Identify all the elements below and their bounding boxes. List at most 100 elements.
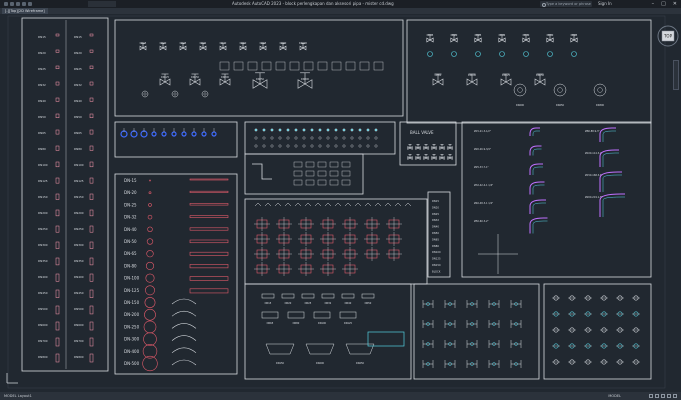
tee-symbol — [324, 202, 332, 207]
flanged-fitting — [422, 360, 434, 368]
viewcube[interactable]: TOP — [656, 24, 680, 48]
elbow-inner — [532, 202, 546, 214]
fitting-dot — [286, 128, 290, 132]
schedule-symbol-right — [89, 49, 94, 53]
flanged-fitting — [510, 300, 522, 308]
top-valve-label: DN32 — [200, 42, 207, 45]
flange-label: DN100 — [318, 322, 327, 325]
schedule-symbol-right — [89, 337, 94, 347]
fitting-dot — [262, 136, 266, 140]
flanged-fitting — [488, 320, 500, 328]
tee-symbol — [264, 202, 272, 207]
flanged-fitting — [488, 340, 500, 348]
save-icon[interactable] — [16, 2, 20, 6]
flanged-fitting — [422, 300, 434, 308]
close-icon[interactable]: ✕ — [673, 0, 677, 8]
top-valve-label: DN125 — [161, 76, 170, 79]
top-valve-label: DN100 — [299, 42, 308, 45]
minimize-icon[interactable]: – — [652, 0, 655, 8]
elbow-inner — [532, 220, 548, 234]
pipe-size-label: DN-20 — [124, 190, 137, 195]
ucs-icon — [6, 373, 18, 384]
fitting-dot — [262, 144, 266, 148]
pipe-bend — [171, 347, 197, 354]
flanged-fitting — [466, 360, 478, 368]
tee-symbol — [334, 202, 342, 207]
drawing-canvas[interactable]: DN15 DN15 DN20 DN20 DN25 DN25 DN32 DN32 DN40 DN40… — [0, 14, 681, 392]
pipe-run — [189, 203, 229, 206]
schedule-label-right: DN250 — [74, 227, 84, 231]
fitting-dot — [318, 136, 322, 140]
ortho-icon[interactable] — [661, 394, 665, 398]
sign-in-link[interactable]: Sign In — [598, 0, 612, 8]
fitting-dot — [310, 128, 314, 132]
flange-label: DN20 — [285, 302, 292, 305]
tee-symbol — [314, 202, 322, 207]
workspace-dropdown[interactable] — [88, 1, 116, 7]
schedule-label: DN15 — [38, 35, 46, 39]
quick-access-toolbar[interactable] — [4, 2, 32, 6]
blue-valve-symbol — [191, 131, 197, 137]
redo-icon[interactable] — [28, 2, 32, 6]
flange-label: DN125 — [344, 322, 353, 325]
navigation-bar[interactable] — [673, 60, 679, 90]
viewcube-label: TOP — [663, 34, 673, 39]
schedule-label: DN20 — [38, 51, 46, 55]
maximize-icon[interactable]: □ — [661, 0, 666, 8]
elbow-inner — [532, 184, 545, 195]
open-icon[interactable] — [10, 2, 14, 6]
handwheel-hub — [597, 87, 603, 93]
elbow-inner — [532, 148, 542, 156]
flange-label: DN40 — [345, 302, 352, 305]
flanged-fitting — [444, 300, 456, 308]
flanged-fitting — [422, 340, 434, 348]
schedule-label-right: DN32 — [74, 83, 82, 87]
fitting-dot — [350, 128, 354, 132]
polar-icon[interactable] — [667, 394, 671, 398]
fitting-dot — [310, 144, 314, 148]
schedule-symbol — [55, 241, 60, 249]
fitting-dot — [366, 144, 370, 148]
schedule-symbol — [55, 33, 60, 37]
fitting-dot — [342, 144, 346, 148]
search-input[interactable]: Type a keyword or phrase — [540, 1, 592, 7]
ball-valve-title: BALL VALVE — [410, 130, 434, 135]
fitting-dot — [270, 136, 274, 140]
handwheel-hub — [173, 92, 177, 96]
schedule-label-right: DN450 — [74, 291, 84, 295]
small-fitting — [341, 170, 351, 177]
fitting-dot — [358, 128, 362, 132]
flange-label: DN25 — [305, 302, 312, 305]
ball-valve-symbol — [407, 154, 413, 160]
schedule-symbol-right — [89, 273, 94, 282]
schedule-symbol — [55, 321, 60, 331]
schedule-symbol — [55, 177, 60, 184]
app-icon[interactable] — [4, 2, 8, 6]
fitting-dot — [270, 144, 274, 148]
snap-icon[interactable] — [655, 394, 659, 398]
gate-valve-body — [359, 61, 370, 71]
fitting-dot — [294, 136, 298, 140]
handwheel-hub — [203, 92, 207, 96]
fitting-dot — [294, 128, 298, 132]
valve-top-view — [475, 51, 481, 57]
pipe-section-circle — [143, 332, 157, 346]
top-valve-label: DN65 — [260, 42, 267, 45]
layout-tabs[interactable]: MODEL Layout1 — [4, 392, 32, 400]
handwheel-hub — [517, 87, 523, 93]
elbow-label: Ø15-21.3-1/2" — [474, 130, 491, 133]
sheet-border — [7, 15, 666, 389]
flanged-fitting — [488, 300, 500, 308]
model-space-indicator[interactable]: MODEL — [608, 392, 621, 400]
flange-top — [281, 293, 295, 299]
settings-icon[interactable] — [673, 394, 677, 398]
pipe-run — [189, 239, 229, 244]
undo-icon[interactable] — [22, 2, 26, 6]
blue-valve-symbol — [151, 131, 157, 137]
pipe-run — [189, 264, 229, 269]
fitting-dot — [334, 128, 338, 132]
valve-top-view — [547, 51, 553, 57]
gate-valve-body — [303, 61, 314, 71]
fitting-dot — [326, 144, 330, 148]
grid-icon[interactable] — [649, 394, 653, 398]
